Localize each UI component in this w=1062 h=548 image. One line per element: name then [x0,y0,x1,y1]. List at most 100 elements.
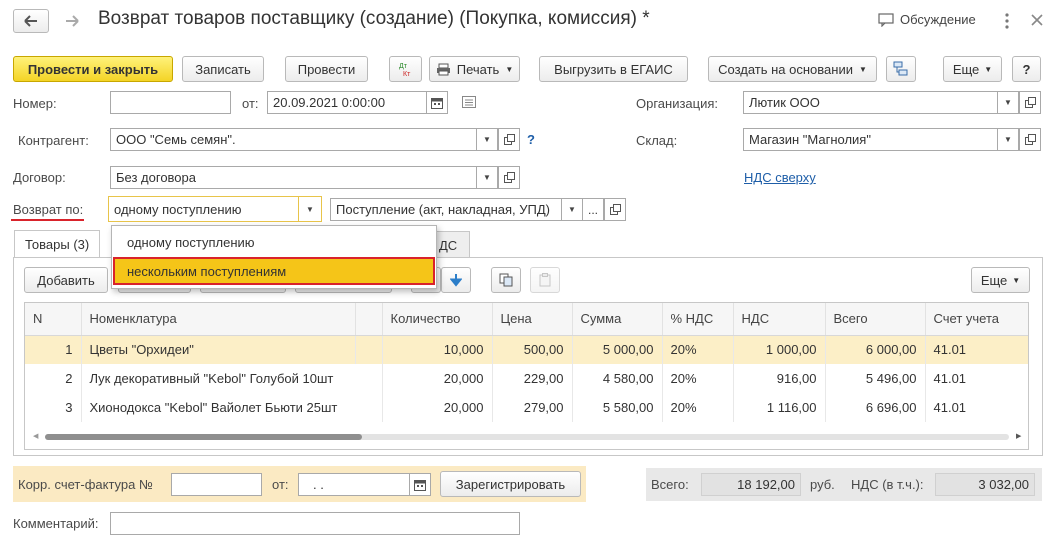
contractor-field[interactable]: ООО "Семь семян". [110,128,477,151]
structure-button[interactable] [886,56,916,82]
calendar-icon [414,479,426,491]
receipt-type-field[interactable]: Поступление (акт, накладная, УПД) [330,198,562,221]
vat-on-top-link[interactable]: НДС сверху [744,170,816,185]
column-header[interactable]: Номенклатура [81,303,356,336]
table-row[interactable]: 2 Лук декоративный "Kebol" Голубой 10шт … [25,364,1028,393]
tab-goods[interactable]: Товары (3) [14,230,101,258]
more-button[interactable]: Еще ▼ [943,56,1002,82]
scrollbar-thumb[interactable] [45,434,362,440]
back-button[interactable] [13,9,49,33]
contract-open-button[interactable] [498,166,520,189]
save-button[interactable]: Записать [182,56,264,82]
return-by-dropdown-button[interactable]: ▼ [298,196,322,222]
vat-value: 3 032,00 [935,473,1035,496]
scroll-left-icon[interactable]: ◀ [33,432,38,440]
add-row-button[interactable]: Добавить [24,267,108,293]
help-button[interactable]: ? [1012,56,1041,82]
column-header-spacer [355,303,383,336]
horizontal-scrollbar[interactable] [45,434,1009,440]
export-egais-button[interactable]: Выгрузить в ЕГАИС [539,56,688,82]
svg-text:Кт: Кт [403,71,411,77]
warehouse-dropdown-button[interactable]: ▼ [997,128,1019,151]
column-header[interactable]: N [25,303,82,336]
dropdown-option-multiple-receipts[interactable]: нескольким поступлениям [113,257,435,285]
return-by-field[interactable]: одному поступлению [108,196,299,222]
vat-included-label: НДС (в т.ч.): [851,477,924,492]
corr-invoice-from-label: от: [272,477,289,492]
table-cell: Лук декоративный "Kebol" Голубой 10шт [81,364,383,393]
dt-kt-button[interactable]: Дт Кт [389,56,422,82]
table-cell: 1 [25,335,82,364]
table-cell: Хионодокса "Kebol" Вайолет Бьюти 25шт [81,393,383,422]
more-vertical-icon[interactable] [1004,12,1014,32]
organization-label: Организация: [636,96,719,111]
column-header[interactable]: Счет учета [925,303,1028,336]
chevron-down-icon: ▼ [1012,275,1021,285]
scroll-right-icon[interactable]: ▶ [1016,432,1021,440]
chevron-down-icon: ▼ [1004,135,1012,144]
paste-button[interactable] [530,267,560,293]
copy-button[interactable] [491,267,521,293]
post-button[interactable]: Провести [285,56,368,82]
table-cell: 1 116,00 [733,393,826,422]
table-cell: 20% [662,364,734,393]
open-form-icon [503,134,515,145]
table-cell: 41.01 [925,335,1028,364]
table-more-button[interactable]: Еще ▼ [971,267,1030,293]
create-based-label: Создать на основании [718,61,853,77]
warehouse-field[interactable]: Магазин "Магнолия" [743,128,998,151]
table-row[interactable]: 3 Хионодокса "Kebol" Вайолет Бьюти 25шт … [25,393,1028,422]
table-row[interactable]: 1 Цветы "Орхидеи" 10,000 500,00 5 000,00… [25,335,1028,364]
column-header[interactable]: Количество [382,303,493,336]
discussion-button[interactable]: Обсуждение [878,12,976,27]
table-cell: 5 496,00 [825,364,926,393]
table-cell: 5 580,00 [572,393,663,422]
organization-field[interactable]: Лютик ООО [743,91,998,114]
comment-field[interactable] [110,512,520,535]
calendar-button[interactable] [426,91,448,114]
more-label: Еще [952,61,980,77]
organization-open-button[interactable] [1019,91,1041,114]
close-icon[interactable] [1030,13,1046,29]
receipt-open-button[interactable] [604,198,626,221]
number-field[interactable] [110,91,231,114]
warehouse-open-button[interactable] [1019,128,1041,151]
column-header[interactable]: % НДС [662,303,734,336]
column-header[interactable]: НДС [733,303,826,336]
receipt-type-dropdown-button[interactable]: ▼ [561,198,583,221]
table-cell: 2 [25,364,82,393]
contract-field[interactable]: Без договора [110,166,477,189]
corr-invoice-number-field[interactable] [171,473,262,496]
contractor-dropdown-button[interactable]: ▼ [476,128,498,151]
receipt-select-button[interactable]: ... [582,198,604,221]
post-and-close-button[interactable]: Провести и закрыть [13,56,173,82]
contract-dropdown-button[interactable]: ▼ [476,166,498,189]
corr-invoice-calendar-button[interactable] [409,473,431,496]
move-down-button[interactable] [441,267,471,293]
forward-button[interactable] [55,9,89,33]
contractor-open-button[interactable] [498,128,520,151]
open-form-icon [1024,97,1036,108]
list-icon[interactable] [462,96,476,108]
column-header[interactable]: Сумма [572,303,663,336]
column-header[interactable]: Всего [825,303,926,336]
corr-invoice-date-field[interactable]: . . [298,473,410,496]
date-field[interactable]: 20.09.2021 0:00:00 [267,91,427,114]
contractor-help-link[interactable]: ? [527,132,535,147]
column-header[interactable]: Цена [492,303,573,336]
table-cell: Цветы "Орхидеи" [81,335,356,364]
contractor-label: Контрагент: [18,133,89,148]
create-based-on-button[interactable]: Создать на основании ▼ [708,56,877,82]
warehouse-label: Склад: [636,133,678,148]
table-cell: 41.01 [925,364,1028,393]
debit-credit-icon: Дт Кт [397,61,415,77]
print-button[interactable]: Печать ▼ [429,56,520,82]
register-button[interactable]: Зарегистрировать [440,471,581,497]
goods-table: N Номенклатура Количество Цена Сумма % Н… [25,303,1028,422]
arrow-left-icon [24,15,38,27]
organization-dropdown-button[interactable]: ▼ [997,91,1019,114]
open-form-icon [503,172,515,183]
arrow-down-icon [450,273,462,287]
dropdown-option-one-receipt[interactable]: одному поступлению [112,228,436,256]
discussion-label: Обсуждение [900,12,976,27]
